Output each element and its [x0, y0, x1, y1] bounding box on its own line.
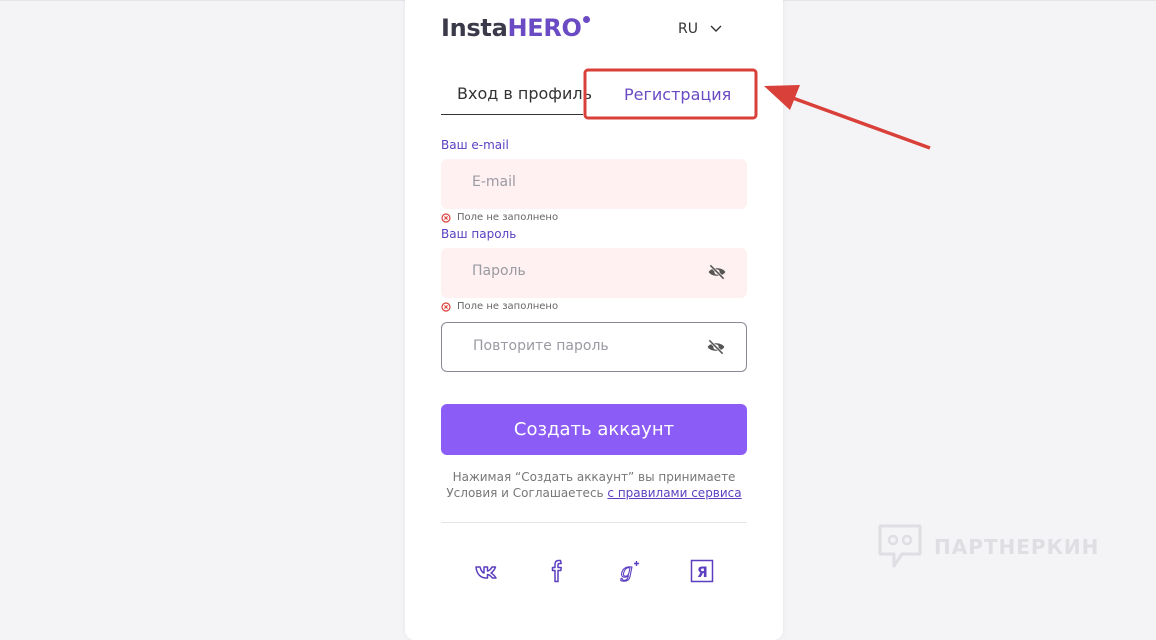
email-error: Поле не заполнено	[441, 212, 558, 223]
svg-text:g: g	[620, 558, 633, 582]
tab-register[interactable]: Регистрация	[594, 74, 744, 114]
repeat-password-placeholder: Повторите пароль	[473, 338, 609, 354]
error-icon	[441, 212, 451, 223]
service-rules-link[interactable]: с правилами сервиса	[607, 486, 741, 500]
watermark-logo-icon	[878, 524, 922, 568]
tab-login[interactable]: Вход в профиль	[441, 74, 592, 115]
terms-line-1: Нажимая “Создать аккаунт” вы принимаете	[452, 470, 736, 484]
email-error-text: Поле не заполнено	[457, 212, 559, 223]
error-icon	[441, 301, 451, 312]
password-field[interactable]: Пароль	[441, 248, 747, 298]
password-error: Поле не заполнено	[441, 301, 558, 312]
google-plus-icon[interactable]: g	[617, 558, 643, 584]
password-error-text: Поле не заполнено	[457, 301, 559, 312]
password-label: Ваш пароль	[441, 227, 517, 241]
repeat-password-field[interactable]: Повторите пароль	[441, 322, 747, 372]
eye-off-icon[interactable]	[707, 262, 727, 282]
email-field[interactable]: E-mail	[441, 159, 747, 209]
email-label: Ваш e-mail	[441, 138, 509, 152]
logo-dot	[582, 16, 590, 23]
eye-off-icon[interactable]	[706, 337, 726, 357]
watermark-text: ПАРТНЕРКИН	[934, 535, 1100, 559]
chevron-down-icon	[710, 25, 722, 32]
vk-icon[interactable]	[473, 558, 499, 584]
tab-register-label: Регистрация	[624, 85, 732, 104]
create-account-button[interactable]: Создать аккаунт	[441, 404, 747, 455]
divider	[441, 522, 747, 523]
terms-text: Нажимая “Создать аккаунт” вы принимаете …	[441, 469, 747, 501]
tab-login-label: Вход в профиль	[457, 84, 593, 103]
watermark: ПАРТНЕРКИН	[876, 522, 1099, 572]
logo: InstaHERO	[441, 14, 590, 42]
language-selector[interactable]: RU	[678, 21, 722, 37]
password-placeholder: Пароль	[472, 263, 526, 279]
svg-text:Я: Я	[697, 565, 708, 581]
facebook-icon[interactable]	[545, 558, 571, 584]
annotation-arrow-line	[789, 95, 931, 150]
language-label: RU	[678, 21, 698, 37]
terms-line-2: Условия и Соглашаетесь с правилами серви…	[446, 486, 742, 500]
yandex-icon[interactable]: Я	[689, 558, 715, 584]
email-placeholder: E-mail	[472, 174, 516, 190]
